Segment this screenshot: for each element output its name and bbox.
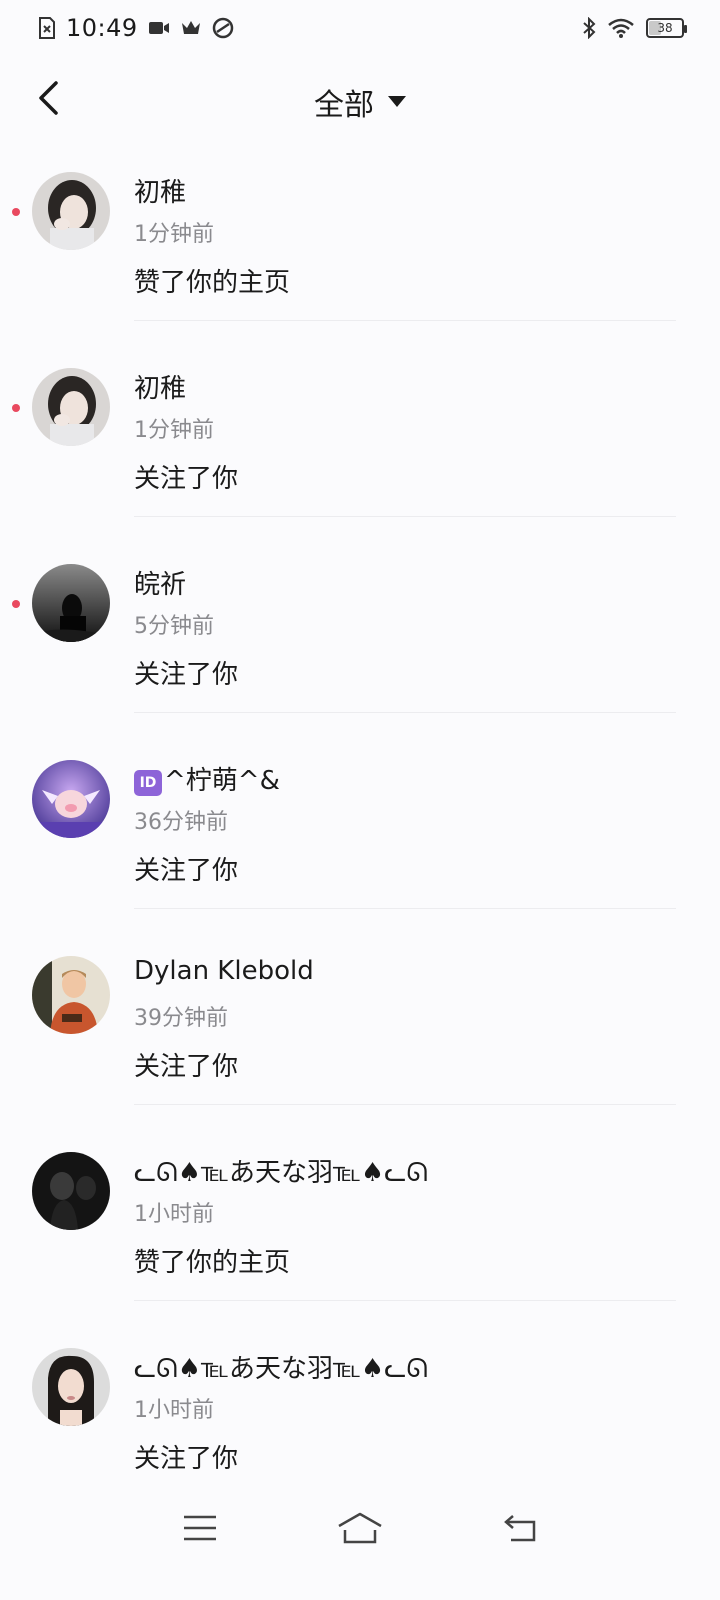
divider <box>134 516 676 517</box>
caret-down-icon <box>388 93 406 112</box>
status-right: 38 <box>582 17 687 39</box>
timestamp: 36分钟前 <box>134 810 228 835</box>
status-left: 10:49 <box>38 14 234 42</box>
action-text: 关注了你 <box>134 856 239 886</box>
menu-button[interactable] <box>170 1500 230 1560</box>
unread-dot <box>12 404 20 412</box>
notification-item[interactable]: ᓚᘏ♠℡あ天な羽℡♠ᓚᘏ 1小时前 赞了你的主页 <box>0 1128 720 1324</box>
video-icon <box>148 20 170 36</box>
app-icon <box>212 17 234 39</box>
divider <box>134 1104 676 1105</box>
timestamp: 1小时前 <box>134 1202 214 1227</box>
chevron-left-icon <box>36 81 60 119</box>
back-button[interactable] <box>26 78 70 122</box>
timestamp: 1分钟前 <box>134 222 214 247</box>
status-bar: 10:49 38 <box>0 0 720 56</box>
username[interactable]: ID ^柠萌^& <box>134 760 280 797</box>
bluetooth-icon <box>582 17 596 39</box>
timestamp: 1小时前 <box>134 1398 214 1423</box>
battery-level: 38 <box>657 21 673 35</box>
notification-list: 初稚 1分钟前 赞了你的主页 初稚 1分钟前 关注了你 皖祈 5分钟前 关注了你… <box>0 148 720 1520</box>
unread-dot <box>12 208 20 216</box>
id-badge: ID <box>134 770 162 796</box>
avatar[interactable] <box>32 956 110 1034</box>
timestamp: 1分钟前 <box>134 418 214 443</box>
home-button[interactable] <box>330 1500 390 1560</box>
username[interactable]: 皖祈 <box>134 564 186 601</box>
avatar[interactable] <box>32 368 110 446</box>
back-icon <box>503 1514 537 1546</box>
notification-item[interactable]: 初稚 1分钟前 赞了你的主页 <box>0 148 720 344</box>
divider <box>134 1300 676 1301</box>
avatar[interactable] <box>32 760 110 838</box>
notification-item[interactable]: 初稚 1分钟前 关注了你 <box>0 344 720 540</box>
avatar[interactable] <box>32 1152 110 1230</box>
menu-icon <box>183 1515 217 1545</box>
back-nav-button[interactable] <box>490 1500 550 1560</box>
wifi-icon <box>608 18 634 38</box>
avatar[interactable] <box>32 564 110 642</box>
filter-label: 全部 <box>314 88 374 123</box>
crown-icon <box>180 19 202 37</box>
username[interactable]: 初稚 <box>134 172 186 209</box>
battery-icon: 38 <box>646 18 687 38</box>
sim-off-icon <box>38 17 56 39</box>
notification-item[interactable]: Dylan Klebold 39分钟前 关注了你 <box>0 932 720 1128</box>
home-icon <box>337 1512 383 1548</box>
unread-dot <box>12 600 20 608</box>
timestamp: 39分钟前 <box>134 1006 228 1031</box>
filter-dropdown[interactable]: 全部 <box>314 80 406 124</box>
clock: 10:49 <box>66 14 138 42</box>
username[interactable]: 初稚 <box>134 368 186 405</box>
action-text: 关注了你 <box>134 1052 239 1082</box>
divider <box>134 908 676 909</box>
action-text: 赞了你的主页 <box>134 1248 291 1278</box>
timestamp: 5分钟前 <box>134 614 214 639</box>
username[interactable]: ᓚᘏ♠℡あ天な羽℡♠ᓚᘏ <box>134 1348 428 1385</box>
header: 全部 <box>0 62 720 142</box>
notification-item[interactable]: 皖祈 5分钟前 关注了你 <box>0 540 720 736</box>
action-text: 赞了你的主页 <box>134 268 291 298</box>
notification-item[interactable]: ID ^柠萌^& 36分钟前 关注了你 <box>0 736 720 932</box>
nav-bar <box>0 1490 720 1570</box>
avatar[interactable] <box>32 1348 110 1426</box>
divider <box>134 712 676 713</box>
avatar[interactable] <box>32 172 110 250</box>
action-text: 关注了你 <box>134 464 239 494</box>
username[interactable]: ᓚᘏ♠℡あ天な羽℡♠ᓚᘏ <box>134 1152 428 1189</box>
action-text: 关注了你 <box>134 1444 239 1474</box>
username[interactable]: Dylan Klebold <box>134 956 314 986</box>
action-text: 关注了你 <box>134 660 239 690</box>
username-text: ^柠萌^& <box>164 766 280 796</box>
divider <box>134 320 676 321</box>
